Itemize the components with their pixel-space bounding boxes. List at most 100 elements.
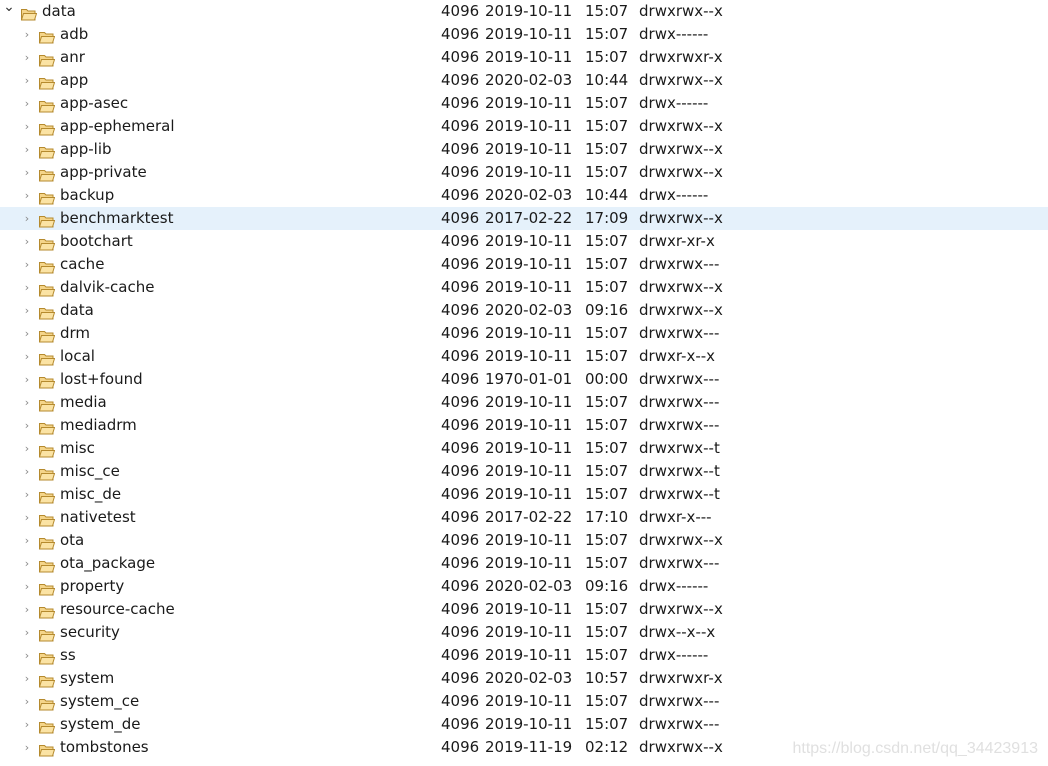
folder-date: 2019-10-11 xyxy=(485,117,573,135)
tree-row[interactable]: › misc 4096 2019-10-11 15:07 drwxrwx--t xyxy=(0,437,1048,460)
chevron-right-icon[interactable]: › xyxy=(21,391,33,414)
chevron-right-icon[interactable]: › xyxy=(21,644,33,667)
chevron-right-icon[interactable]: › xyxy=(21,322,33,345)
tree-row[interactable]: › misc_ce 4096 2019-10-11 15:07 drwxrwx--t xyxy=(0,460,1048,483)
folder-size: 4096 xyxy=(441,393,480,411)
tree-row[interactable]: › system 4096 2020-02-03 10:57 drwxrwxr-x xyxy=(0,667,1048,690)
chevron-right-icon[interactable]: › xyxy=(21,621,33,644)
chevron-right-icon[interactable]: › xyxy=(21,437,33,460)
folder-permissions: drwx------ xyxy=(639,186,709,204)
tree-row[interactable]: › system_ce 4096 2019-10-11 15:07 drwxrwx--- xyxy=(0,690,1048,713)
tree-row[interactable]: › mediadrm 4096 2019-10-11 15:07 drwxrwx--- xyxy=(0,414,1048,437)
tree-row[interactable]: › ota_package 4096 2019-10-11 15:07 drwxrwx--… xyxy=(0,552,1048,575)
chevron-right-icon[interactable]: › xyxy=(21,115,33,138)
folder-date: 2019-10-11 xyxy=(485,416,573,434)
folder-size: 4096 xyxy=(441,301,480,319)
tree-row[interactable]: › property 4096 2020-02-03 09:16 drwx------ xyxy=(0,575,1048,598)
chevron-right-icon[interactable]: › xyxy=(21,207,33,230)
tree-row[interactable]: › data 4096 2020-02-03 09:16 drwxrwx--x xyxy=(0,299,1048,322)
folder-name: dalvik-cache xyxy=(60,278,155,296)
folder-date: 2019-10-11 xyxy=(485,485,573,503)
tree-row[interactable]: › backup 4096 2020-02-03 10:44 drwx------ xyxy=(0,184,1048,207)
tree-row[interactable]: › ss 4096 2019-10-11 15:07 drwx------ xyxy=(0,644,1048,667)
tree-row[interactable]: › cache 4096 2019-10-11 15:07 drwxrwx--- xyxy=(0,253,1048,276)
tree-row[interactable]: › bootchart 4096 2019-10-11 15:07 drwxr-xr-x xyxy=(0,230,1048,253)
folder-date: 1970-01-01 xyxy=(485,370,573,388)
tree-row[interactable]: › app 4096 2020-02-03 10:44 drwxrwx--x xyxy=(0,69,1048,92)
folder-name: cache xyxy=(60,255,105,273)
folder-icon xyxy=(38,695,56,711)
folder-icon xyxy=(38,74,56,90)
folder-permissions: drwxrwx--x xyxy=(639,531,723,549)
tree-row[interactable]: › app-private 4096 2019-10-11 15:07 drwxrwx--… xyxy=(0,161,1048,184)
chevron-right-icon[interactable]: › xyxy=(21,161,33,184)
tree-row[interactable]: › nativetest 4096 2017-02-22 17:10 drwxr-x--- xyxy=(0,506,1048,529)
chevron-right-icon[interactable]: › xyxy=(21,460,33,483)
folder-size: 4096 xyxy=(441,186,480,204)
folder-size: 4096 xyxy=(441,531,480,549)
tree-row[interactable]: › app-ephemeral 4096 2019-10-11 15:07 drwxrwx… xyxy=(0,115,1048,138)
chevron-right-icon[interactable]: › xyxy=(21,506,33,529)
chevron-right-icon[interactable]: › xyxy=(21,299,33,322)
chevron-right-icon[interactable]: › xyxy=(21,138,33,161)
folder-icon xyxy=(38,557,56,573)
chevron-right-icon[interactable]: › xyxy=(21,253,33,276)
folder-name: system_de xyxy=(60,715,141,733)
chevron-right-icon[interactable]: › xyxy=(21,690,33,713)
tree-row[interactable]: › resource-cache 4096 2019-10-11 15:07 drwxrw… xyxy=(0,598,1048,621)
chevron-right-icon[interactable]: › xyxy=(21,92,33,115)
folder-date: 2019-11-19 xyxy=(485,738,573,756)
tree-row[interactable]: › local 4096 2019-10-11 15:07 drwxr-x--x xyxy=(0,345,1048,368)
folder-icon xyxy=(38,442,56,458)
folder-name: app xyxy=(60,71,89,89)
chevron-right-icon[interactable]: › xyxy=(21,667,33,690)
tree-row[interactable]: › system_de 4096 2019-10-11 15:07 drwxrwx--- xyxy=(0,713,1048,736)
folder-permissions: drwxrwx--x xyxy=(639,738,723,756)
tree-row[interactable]: › security 4096 2019-10-11 15:07 drwx--x--x xyxy=(0,621,1048,644)
chevron-right-icon[interactable]: › xyxy=(21,483,33,506)
chevron-right-icon[interactable]: › xyxy=(21,46,33,69)
folder-time: 15:07 xyxy=(585,255,629,273)
chevron-down-icon[interactable]: ⌄ xyxy=(3,0,15,14)
folder-size: 4096 xyxy=(441,255,480,273)
chevron-right-icon[interactable]: › xyxy=(21,230,33,253)
chevron-right-icon[interactable]: › xyxy=(21,345,33,368)
chevron-right-icon[interactable]: › xyxy=(21,552,33,575)
tree-row[interactable]: › ota 4096 2019-10-11 15:07 drwxrwx--x xyxy=(0,529,1048,552)
tree-row[interactable]: › benchmarktest 4096 2017-02-22 17:09 drwxrwx… xyxy=(0,207,1048,230)
tree-row[interactable]: › anr 4096 2019-10-11 15:07 drwxrwxr-x xyxy=(0,46,1048,69)
folder-size: 4096 xyxy=(441,324,480,342)
chevron-right-icon[interactable]: › xyxy=(21,598,33,621)
chevron-right-icon[interactable]: › xyxy=(21,368,33,391)
folder-time: 15:07 xyxy=(585,462,629,480)
folder-date: 2019-10-11 xyxy=(485,554,573,572)
chevron-right-icon[interactable]: › xyxy=(21,69,33,92)
chevron-right-icon[interactable]: › xyxy=(21,529,33,552)
tree-row[interactable]: › media 4096 2019-10-11 15:07 drwxrwx--- xyxy=(0,391,1048,414)
folder-permissions: drwxrwx--x xyxy=(639,163,723,181)
chevron-right-icon[interactable]: › xyxy=(21,736,33,759)
chevron-right-icon[interactable]: › xyxy=(21,414,33,437)
folder-size: 4096 xyxy=(441,209,480,227)
folder-name: backup xyxy=(60,186,115,204)
folder-permissions: drwxrwx--x xyxy=(639,2,723,20)
tree-row[interactable]: › app-lib 4096 2019-10-11 15:07 drwxrwx--x xyxy=(0,138,1048,161)
tree-row[interactable]: › app-asec 4096 2019-10-11 15:07 drwx------ xyxy=(0,92,1048,115)
tree-row[interactable]: › misc_de 4096 2019-10-11 15:07 drwxrwx--t xyxy=(0,483,1048,506)
folder-size: 4096 xyxy=(441,439,480,457)
chevron-right-icon[interactable]: › xyxy=(21,575,33,598)
folder-name: data xyxy=(42,2,76,20)
chevron-right-icon[interactable]: › xyxy=(21,276,33,299)
folder-name: mediadrm xyxy=(60,416,137,434)
tree-root-row[interactable]: ⌄ data 4096 2019-10-11 15:07 drwxrwx--x xyxy=(0,0,1048,23)
tree-row[interactable]: › dalvik-cache 4096 2019-10-11 15:07 drwxrwx-… xyxy=(0,276,1048,299)
folder-size: 4096 xyxy=(441,278,480,296)
folder-name: app-lib xyxy=(60,140,112,158)
tree-row[interactable]: › lost+found 4096 1970-01-01 00:00 drwxrwx--- xyxy=(0,368,1048,391)
chevron-right-icon[interactable]: › xyxy=(21,184,33,207)
folder-icon xyxy=(38,672,56,688)
chevron-right-icon[interactable]: › xyxy=(21,23,33,46)
chevron-right-icon[interactable]: › xyxy=(21,713,33,736)
tree-row[interactable]: › adb 4096 2019-10-11 15:07 drwx------ xyxy=(0,23,1048,46)
tree-row[interactable]: › drm 4096 2019-10-11 15:07 drwxrwx--- xyxy=(0,322,1048,345)
